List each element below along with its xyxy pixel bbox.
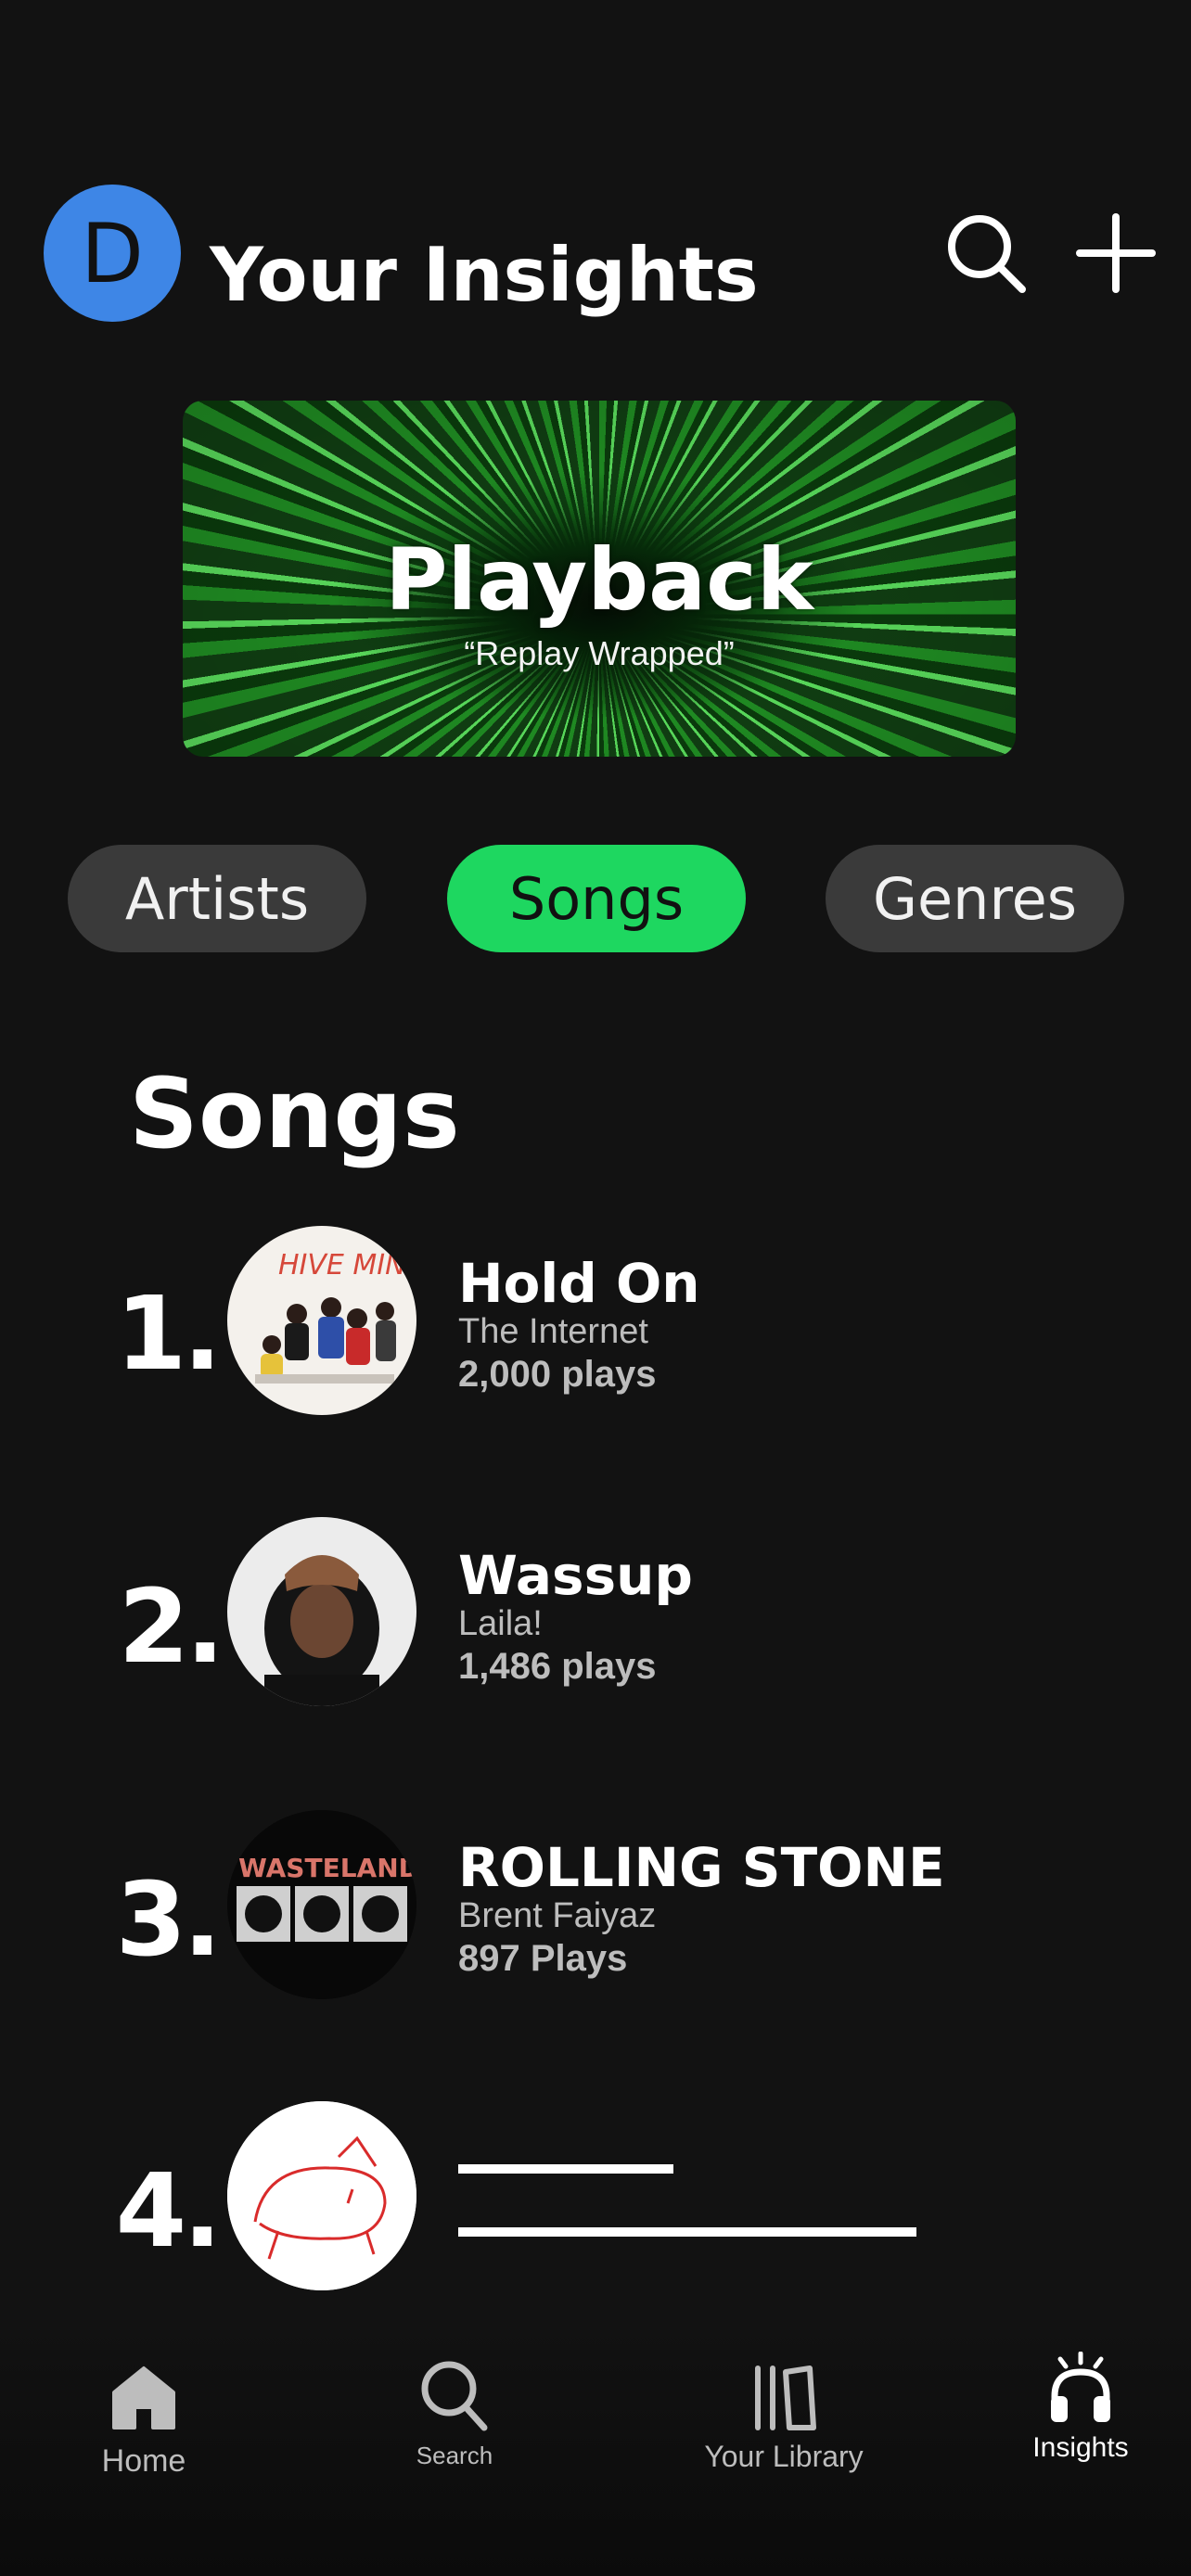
subtitle-placeholder-line [458,2227,916,2237]
album-art[interactable] [227,2101,416,2290]
bottom-tab-bar: Home Search Your Library Insights [0,2318,1191,2576]
avatar[interactable]: D [44,185,181,322]
tab-home-label: Home [101,2443,186,2479]
song-artist: The Internet [458,1312,648,1351]
tab-search[interactable]: Search [399,2359,510,2470]
tab-library[interactable]: Your Library [686,2363,881,2474]
section-title: Songs [129,1057,460,1170]
song-plays: 2,000 plays [458,1354,657,1395]
headphones-icon [1045,2351,1116,2429]
rank-number: 4. [115,2151,222,2270]
filter-genres-button[interactable]: Genres [826,845,1124,952]
album-art[interactable]: HIVE MIND [227,1226,416,1415]
album-art-text: WASTELAND [238,1853,416,1883]
tab-insights[interactable]: Insights [1020,2351,1141,2464]
song-artist: Laila! [458,1604,543,1643]
song-plays: 897 Plays [458,1938,628,1979]
album-art-text: HIVE MIND [278,1249,416,1282]
plus-icon[interactable] [1074,211,1158,300]
song-plays: 1,486 plays [458,1646,657,1687]
rank-number: 3. [115,1860,222,1979]
search-icon[interactable] [944,211,1028,300]
tab-insights-label: Insights [1032,2432,1129,2463]
song-title[interactable]: ROLLING STONE [458,1836,945,1899]
banner-title: Playback [385,530,813,630]
banner-subtitle: “Replay Wrapped” [464,634,735,672]
home-icon [109,2366,179,2437]
filter-artists-button[interactable]: Artists [68,845,366,952]
song-title[interactable]: Hold On [458,1252,700,1315]
song-artist: Brent Faiyaz [458,1896,657,1935]
search-icon [419,2361,490,2437]
tab-home[interactable]: Home [93,2363,195,2480]
rank-number: 1. [115,1274,222,1393]
playback-banner[interactable]: Playback “Replay Wrapped” [183,401,1016,757]
tab-library-label: Your Library [704,2440,864,2473]
page-title: Your Insights [210,232,759,318]
album-art[interactable]: WASTELAND [227,1810,416,1999]
title-placeholder-line [458,2164,673,2174]
rank-number: 2. [118,1567,224,1686]
filter-songs-button[interactable]: Songs [447,845,746,952]
song-title[interactable]: Wassup [458,1544,693,1607]
album-art[interactable] [227,1517,416,1706]
tab-search-label: Search [416,2442,493,2469]
library-icon [749,2366,819,2437]
